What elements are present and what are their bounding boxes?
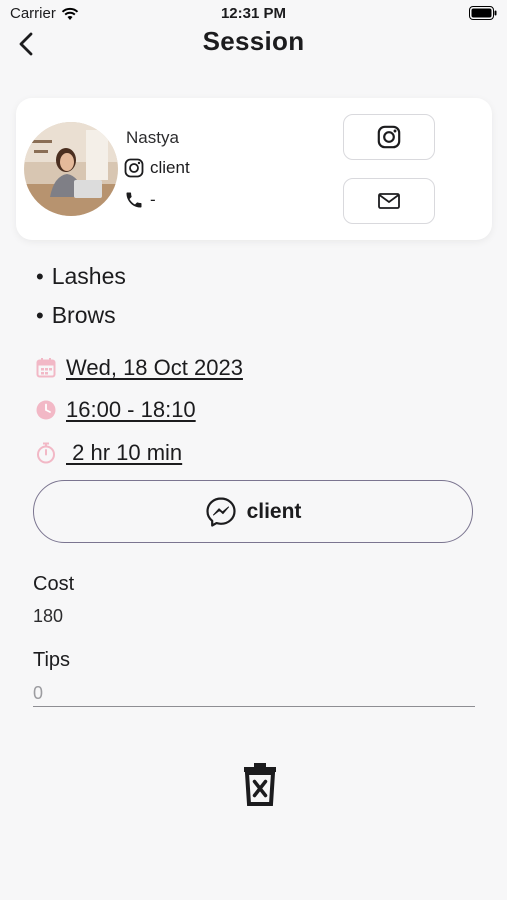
message-client-button[interactable]: client: [33, 480, 473, 543]
session-time-row[interactable]: 16:00 - 18:10: [36, 397, 196, 423]
client-card: Nastya client -: [16, 98, 492, 240]
cost-label: Cost: [33, 573, 75, 595]
avatar-photo: [24, 122, 118, 216]
client-phone-row[interactable]: -: [124, 190, 156, 210]
messenger-icon: [205, 496, 236, 527]
tips-input[interactable]: [33, 680, 475, 707]
battery-icon: [469, 6, 497, 20]
session-duration-row[interactable]: 2 hr 10 min: [36, 440, 182, 466]
trash-icon[interactable]: [241, 762, 279, 806]
service-item: • Brows: [36, 302, 116, 329]
session-duration[interactable]: 2 hr 10 min: [66, 440, 182, 466]
email-button[interactable]: [343, 178, 435, 224]
status-bar: Carrier 12:31 PM: [0, 0, 507, 28]
page-title: Session: [202, 26, 305, 56]
bullet: •: [36, 263, 44, 289]
client-name: Nastya: [126, 128, 179, 147]
service-item: • Lashes: [36, 263, 126, 290]
service-name: Lashes: [51, 263, 126, 289]
nav-bar: Session: [0, 26, 507, 62]
service-name: Brows: [51, 302, 116, 328]
instagram-icon: [377, 125, 401, 149]
status-time: 12:31 PM: [220, 5, 287, 22]
message-client-label: client: [246, 499, 302, 523]
session-time-range[interactable]: 16:00 - 18:10: [66, 397, 196, 423]
stopwatch-icon: [37, 442, 55, 464]
clock-icon: [36, 400, 56, 420]
phone-icon: [126, 192, 142, 208]
session-date-row[interactable]: Wed, 18 Oct 2023: [36, 355, 243, 381]
tips-label: Tips: [33, 649, 71, 671]
avatar[interactable]: [24, 122, 118, 216]
calendar-icon: [36, 358, 56, 378]
mail-icon: [378, 193, 400, 209]
client-instagram-row[interactable]: client: [124, 158, 190, 178]
cost-value: 180: [33, 606, 64, 626]
client-phone: -: [150, 190, 156, 209]
session-date[interactable]: Wed, 18 Oct 2023: [66, 355, 243, 381]
instagram-button[interactable]: [343, 114, 435, 160]
bullet: •: [36, 302, 44, 328]
client-instagram-handle: client: [150, 158, 190, 177]
instagram-icon: [124, 158, 144, 178]
